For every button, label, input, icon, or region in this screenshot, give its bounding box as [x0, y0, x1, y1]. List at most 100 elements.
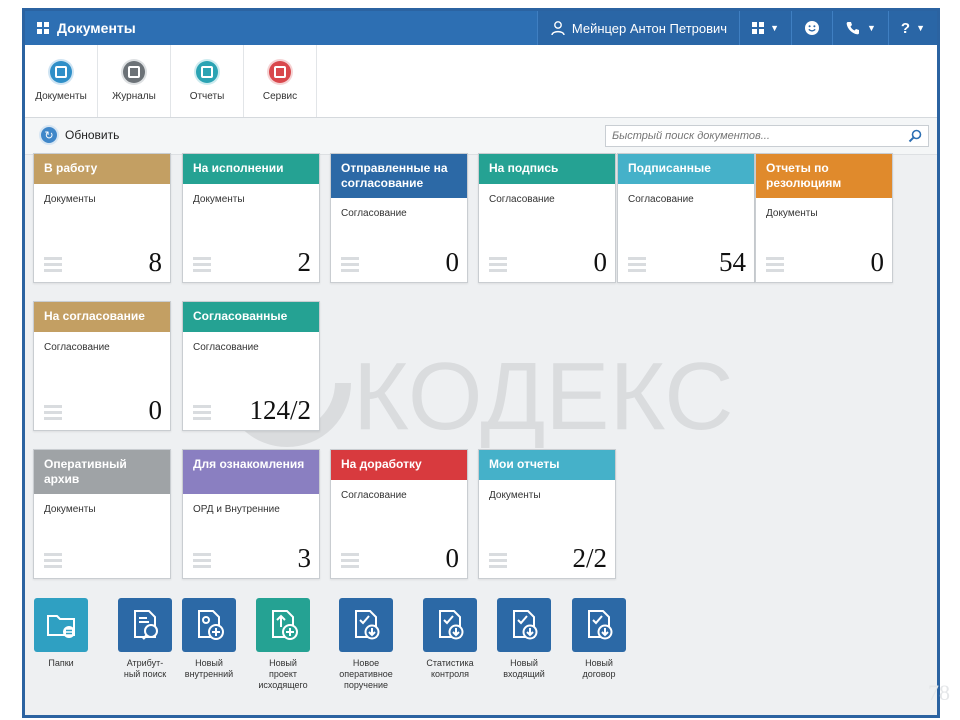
tile-subtitle: Документы	[44, 194, 96, 205]
module-launcher: Документы Журналы Отчеты Сервис	[25, 45, 937, 118]
action-control-statistics[interactable]: Статистика контроля	[410, 598, 490, 680]
tile-otchety-po-rezolyuciyam[interactable]: Отчеты по резолюциям Документы 0	[755, 153, 893, 283]
chevron-down-icon: ▼	[916, 23, 925, 33]
tile-count: 3	[297, 543, 312, 573]
tile-count: 0	[593, 247, 608, 277]
tile-count: 54	[719, 247, 746, 277]
launcher-journals[interactable]: Журналы	[98, 45, 171, 117]
tile-na-ispolnenii[interactable]: На исполнении Документы 2	[182, 153, 320, 283]
user-icon	[551, 21, 565, 36]
tile-podpisannye[interactable]: Подписанные Согласование 54	[617, 153, 755, 283]
action-label: Новый договор	[582, 658, 616, 679]
help-menu-button[interactable]: ? ▼	[887, 11, 937, 45]
feedback-button[interactable]	[790, 11, 832, 45]
tile-title: Для ознакомления	[193, 457, 305, 471]
tile-dlya-oznakomleniya[interactable]: Для ознакомления ОРД и Внутренние 3	[182, 449, 320, 579]
tile-subtitle: Согласование	[341, 490, 407, 501]
apps-grid-icon	[752, 22, 765, 34]
app-title-label: Документы	[57, 20, 136, 36]
phone-icon	[846, 22, 859, 35]
launcher-label: Отчеты	[189, 90, 225, 102]
tile-subtitle: Согласование	[44, 342, 110, 353]
folder-icon	[34, 598, 88, 652]
tile-title: На доработку	[341, 457, 422, 471]
action-label: Новый проект исходящего	[258, 658, 308, 690]
task-document-icon	[339, 598, 393, 652]
action-new-incoming[interactable]: Новый входящий	[484, 598, 564, 680]
action-new-operative-task[interactable]: Новое оперативное поручение	[326, 598, 406, 691]
action-label: Новый входящий	[503, 658, 545, 679]
tile-na-dorabotku[interactable]: На доработку Согласование 0	[330, 449, 468, 579]
incoming-document-icon	[497, 598, 551, 652]
phone-menu-button[interactable]: ▼	[831, 11, 888, 45]
tile-count: 0	[445, 247, 460, 277]
menu-lines-icon	[44, 254, 62, 272]
tile-na-soglasovanie[interactable]: На согласование Согласование 0	[33, 301, 171, 431]
launcher-documents[interactable]: Документы	[25, 45, 98, 117]
launcher-service[interactable]: Сервис	[244, 45, 317, 117]
tile-subtitle: Согласование	[341, 208, 407, 219]
tile-moi-otchety[interactable]: Мои отчеты Документы 2/2	[478, 449, 616, 579]
action-new-contract[interactable]: Новый договор	[559, 598, 639, 680]
tile-v-rabotu[interactable]: В работу Документы 8	[33, 153, 171, 283]
apps-grid-icon	[37, 22, 49, 34]
action-folders[interactable]: Папки	[21, 598, 101, 669]
menu-lines-icon	[341, 254, 359, 272]
tile-soglasovannye[interactable]: Согласованные Согласование 124/2	[182, 301, 320, 431]
launcher-label: Документы	[35, 90, 87, 102]
user-menu[interactable]: Мейнцер Антон Петрович	[536, 11, 740, 45]
documents-module-icon	[50, 60, 72, 83]
action-new-internal[interactable]: Новый внутренний	[169, 598, 249, 680]
menu-lines-icon	[489, 550, 507, 568]
watermark-text: КОДЕКС	[353, 343, 734, 450]
tile-header: На исполнении	[183, 154, 319, 184]
search-icon[interactable]	[908, 129, 922, 143]
tile-title: На согласование	[44, 309, 145, 323]
search-input[interactable]	[606, 126, 908, 146]
tile-header: На подпись	[479, 154, 615, 184]
action-label: Папки	[48, 658, 74, 668]
launcher-label: Журналы	[112, 90, 156, 102]
tile-operativnyy-arhiv[interactable]: Оперативный архив Документы	[33, 449, 171, 579]
tile-subtitle: Документы	[766, 208, 818, 219]
new-document-icon	[182, 598, 236, 652]
tile-header: На доработку	[331, 450, 467, 480]
contract-document-icon	[572, 598, 626, 652]
apps-menu-button[interactable]: ▼	[739, 11, 791, 45]
tile-header: Оперативный архив	[34, 450, 170, 494]
tile-otpravlennye-na-soglasovanie[interactable]: Отправленные на согласование Согласовани…	[330, 153, 468, 283]
refresh-icon: ↻	[39, 125, 59, 145]
tile-header: На согласование	[34, 302, 170, 332]
tile-subtitle: Документы	[193, 194, 245, 205]
action-label: Атрибут- ный поиск	[123, 658, 167, 679]
tile-header: Мои отчеты	[479, 450, 615, 480]
journals-module-icon	[123, 60, 145, 83]
menu-lines-icon	[489, 254, 507, 272]
tile-count: 2/2	[572, 543, 607, 573]
menu-lines-icon	[766, 254, 784, 272]
tile-title: Отчеты по резолюциям	[766, 161, 842, 190]
launcher-label: Сервис	[262, 90, 298, 102]
help-icon: ?	[900, 19, 911, 37]
tile-na-podpis[interactable]: На подпись Согласование 0	[478, 153, 616, 283]
action-label: Новый внутренний	[184, 658, 234, 679]
launcher-reports[interactable]: Отчеты	[171, 45, 244, 117]
action-new-outgoing-project[interactable]: Новый проект исходящего	[243, 598, 323, 691]
app-title[interactable]: Документы	[37, 11, 136, 45]
tile-title: В работу	[44, 161, 98, 175]
refresh-button[interactable]: ↻ Обновить	[39, 125, 119, 145]
tile-subtitle: Согласование	[193, 342, 259, 353]
tile-subtitle: Документы	[44, 504, 96, 515]
tile-subtitle: Согласование	[489, 194, 555, 205]
tile-count: 8	[148, 247, 163, 277]
tile-header: Отправленные на согласование	[331, 154, 467, 198]
tile-title: Согласованные	[193, 309, 288, 323]
smiley-icon	[804, 21, 819, 35]
tile-count: 0	[445, 543, 460, 573]
page-number: 78	[928, 680, 950, 705]
app-window: Документы Мейнцер Антон Петрович ▼ ▼ ? ▼…	[22, 8, 940, 718]
action-label: Статистика контроля	[426, 658, 474, 679]
menu-lines-icon	[193, 550, 211, 568]
top-bar: Документы Мейнцер Антон Петрович ▼ ▼ ? ▼	[25, 11, 937, 45]
menu-lines-icon	[193, 254, 211, 272]
